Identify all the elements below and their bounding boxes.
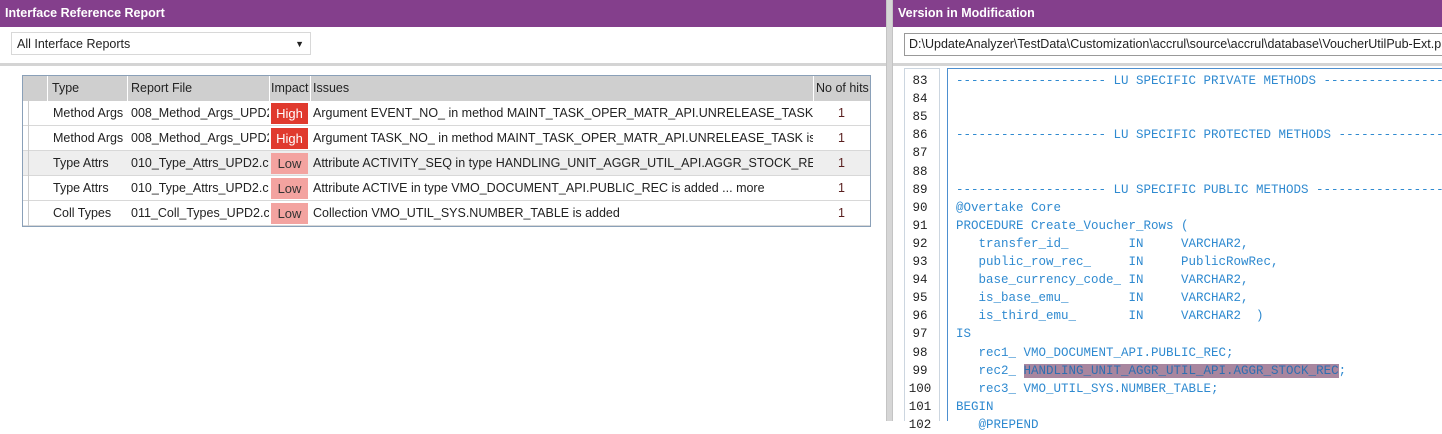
row-gutter xyxy=(23,151,29,176)
cell-hits: 1 xyxy=(838,131,845,145)
line-number: 86 xyxy=(912,128,928,143)
cell-report-file: 010_Type_Attrs_UPD2.csv xyxy=(131,181,269,195)
line-number: 91 xyxy=(912,218,928,233)
cell-hits: 1 xyxy=(838,156,845,170)
line-number: 101 xyxy=(908,399,932,414)
table-row[interactable]: Method Args 008_Method_Args_UPD2. High A… xyxy=(23,101,870,126)
code-line: is_third_emu_ IN VARCHAR2 ) xyxy=(956,309,1264,324)
table-row[interactable]: Coll Types 011_Coll_Types_UPD2.csv Low C… xyxy=(23,201,870,226)
code-line: -------------------- LU SPECIFIC PRIVATE… xyxy=(956,74,1442,88)
right-panel-title: Version in Modification xyxy=(893,0,1442,27)
code-editor[interactable]: -------------------- LU SPECIFIC PRIVATE… xyxy=(947,68,1442,432)
line-number: 84 xyxy=(912,92,928,107)
line-number: 98 xyxy=(912,345,928,360)
impact-badge: High xyxy=(271,128,308,149)
cell-issue: Attribute ACTIVITY_SEQ in type HANDLING_… xyxy=(313,156,813,170)
cell-type: Method Args xyxy=(53,131,124,145)
code-line: @PREPEND xyxy=(956,417,1039,432)
code-line: PROCEDURE Create_Voucher_Rows ( xyxy=(956,218,1189,233)
cell-hits: 1 xyxy=(838,181,845,195)
code-line: @Overtake Core xyxy=(956,200,1062,215)
line-number: 92 xyxy=(912,236,928,251)
divider xyxy=(0,63,886,66)
row-gutter xyxy=(23,101,29,126)
line-number: 97 xyxy=(912,327,928,342)
impact-badge: Low xyxy=(271,153,308,174)
panel-splitter[interactable] xyxy=(886,0,893,421)
highlighted-reference: HANDLING_UNIT_AGGR_UTIL_API.AGGR_STOCK_R… xyxy=(1023,363,1339,378)
line-number: 90 xyxy=(912,200,928,215)
chevron-down-icon: ▼ xyxy=(295,39,304,49)
cell-type: Coll Types xyxy=(53,206,112,220)
col-type[interactable]: Type xyxy=(47,76,127,101)
cell-type: Type Attrs xyxy=(53,156,109,170)
cell-hits: 1 xyxy=(838,106,845,120)
impact-badge: Low xyxy=(271,178,308,199)
row-selector-header xyxy=(29,76,47,101)
left-panel-title: Interface Reference Report xyxy=(0,0,886,27)
impact-badge: Low xyxy=(271,203,308,224)
table-header: Type Report File Impact Issues No of hit… xyxy=(23,76,870,101)
report-filter-value: All Interface Reports xyxy=(17,37,131,51)
code-line: public_row_rec_ IN PublicRowRec, xyxy=(956,255,1279,269)
line-number: 95 xyxy=(912,291,928,306)
line-number: 89 xyxy=(912,182,928,197)
row-gutter xyxy=(23,126,29,151)
col-issues[interactable]: Issues xyxy=(310,76,813,101)
code-line: transfer_id_ IN VARCHAR2, xyxy=(956,236,1249,251)
line-number: 87 xyxy=(912,146,928,161)
code-line: base_currency_code_ IN VARCHAR2, xyxy=(956,273,1249,288)
line-number: 93 xyxy=(912,255,928,269)
line-number: 88 xyxy=(912,164,928,179)
code-line: rec3_ VMO_UTIL_SYS.NUMBER_TABLE; xyxy=(956,381,1219,396)
row-gutter xyxy=(23,201,29,226)
impact-badge: High xyxy=(271,103,308,124)
table-row[interactable]: Method Args 008_Method_Args_UPD2. High A… xyxy=(23,126,870,151)
line-number: 94 xyxy=(912,273,928,288)
cell-report-file: 008_Method_Args_UPD2. xyxy=(131,106,269,120)
code-line: rec1_ VMO_DOCUMENT_API.PUBLIC_REC; xyxy=(956,345,1234,360)
code-line: -------------------- LU SPECIFIC PUBLIC … xyxy=(956,182,1442,197)
cell-type: Type Attrs xyxy=(53,181,109,195)
cell-hits: 1 xyxy=(838,206,845,220)
cell-report-file: 010_Type_Attrs_UPD2.csv xyxy=(131,156,269,170)
col-impact[interactable]: Impact xyxy=(269,76,310,101)
code-line: IS xyxy=(956,327,972,342)
code-line: -------------------- LU SPECIFIC PROTECT… xyxy=(956,128,1442,143)
cell-report-file: 011_Coll_Types_UPD2.csv xyxy=(131,206,269,220)
line-number: 83 xyxy=(912,74,928,88)
line-number: 96 xyxy=(912,309,928,324)
cell-issue: Collection VMO_UTIL_SYS.NUMBER_TABLE is … xyxy=(313,206,620,220)
issues-table: Type Report File Impact Issues No of hit… xyxy=(22,75,871,227)
row-gutter xyxy=(23,176,29,201)
cell-issue: Argument EVENT_NO_ in method MAINT_TASK_… xyxy=(313,106,813,120)
code-text: rec2_ xyxy=(956,363,1024,378)
code-line: is_base_emu_ IN VARCHAR2, xyxy=(956,291,1249,306)
table-row[interactable]: Type Attrs 010_Type_Attrs_UPD2.csv Low A… xyxy=(23,176,870,201)
code-line: rec2_ HANDLING_UNIT_AGGR_UTIL_API.AGGR_S… xyxy=(956,362,1346,380)
divider xyxy=(893,63,1442,66)
line-number: 99 xyxy=(912,363,928,378)
cell-issue: Attribute ACTIVE in type VMO_DOCUMENT_AP… xyxy=(313,181,765,195)
cell-type: Method Args xyxy=(53,106,124,120)
report-filter-dropdown[interactable]: All Interface Reports ▼ xyxy=(11,32,311,55)
line-number-gutter: 83 84 85 86 87 88 89 90 91 92 93 94 95 96 97 98 99 100 101… xyxy=(904,68,940,432)
code-line: BEGIN xyxy=(956,399,994,414)
cell-report-file: 008_Method_Args_UPD2. xyxy=(131,131,269,145)
cell-issue: Argument TASK_NO_ in method MAINT_TASK_O… xyxy=(313,131,813,145)
line-number: 102 xyxy=(908,417,932,432)
col-report-file[interactable]: Report File xyxy=(127,76,269,101)
file-path-field[interactable]: D:\UpdateAnalyzer\TestData\Customization… xyxy=(904,33,1442,56)
line-number: 85 xyxy=(912,110,928,125)
code-text: ; xyxy=(1338,363,1347,378)
table-row[interactable]: Type Attrs 010_Type_Attrs_UPD2.csv Low A… xyxy=(23,151,870,176)
col-hits[interactable]: No of hits xyxy=(813,76,870,101)
line-number: 100 xyxy=(908,381,932,396)
